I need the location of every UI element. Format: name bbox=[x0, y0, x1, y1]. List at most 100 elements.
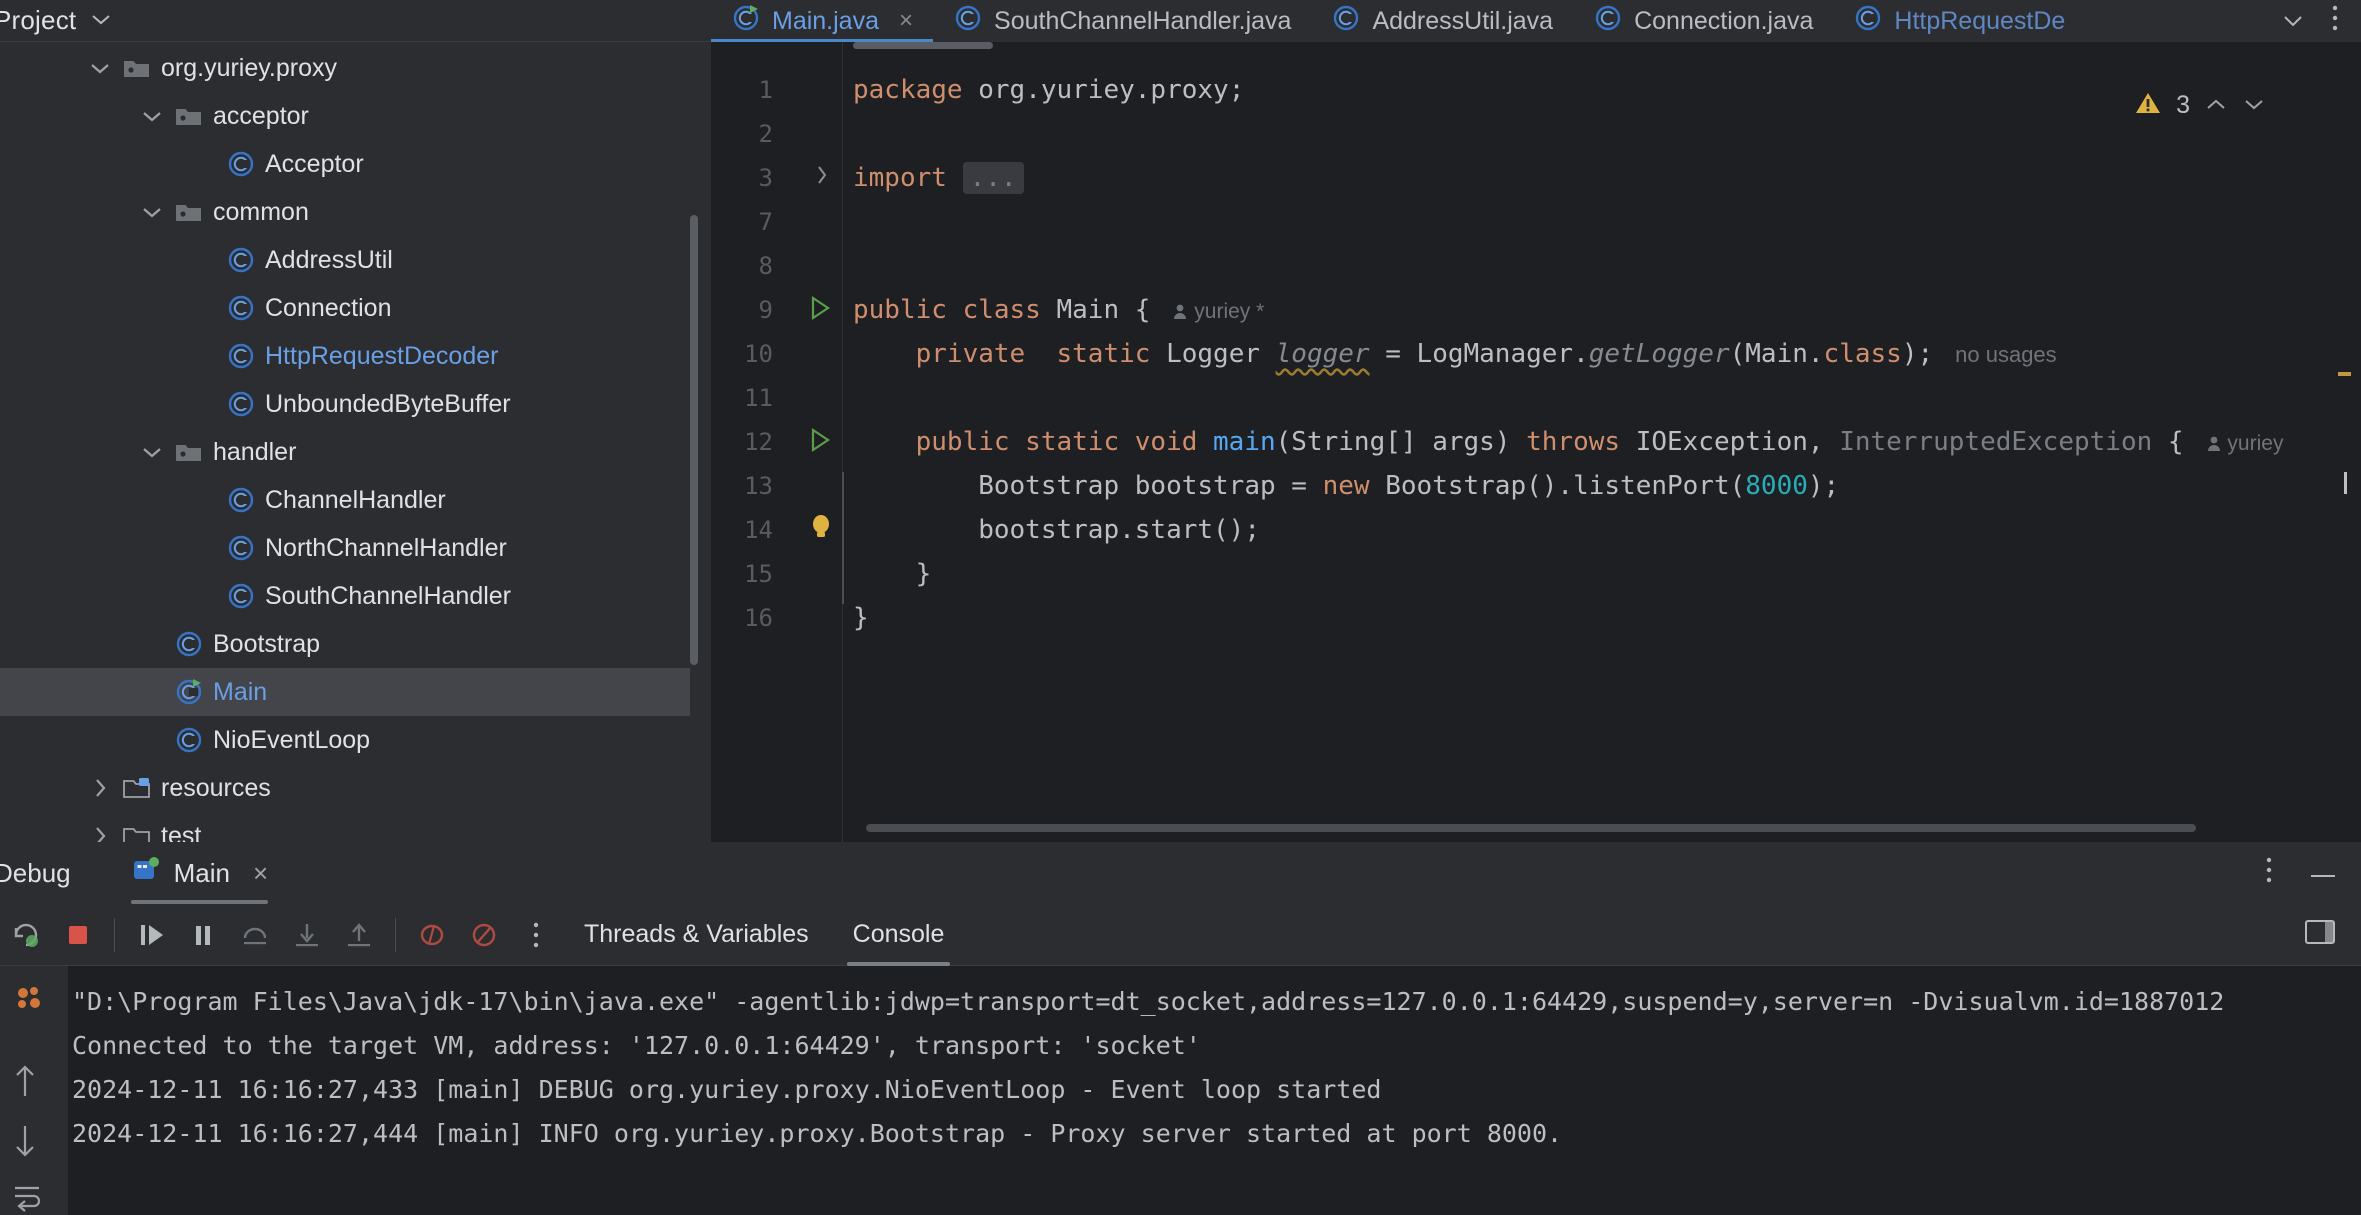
console-side-toolbar[interactable] bbox=[0, 966, 68, 1215]
console-line[interactable]: 2024-12-11 16:16:27,433 [main] DEBUG org… bbox=[68, 1068, 2361, 1112]
chevron-right-icon[interactable] bbox=[82, 777, 118, 799]
code-line[interactable]: Bootstrap bootstrap = new Bootstrap().li… bbox=[853, 472, 1839, 501]
console-line[interactable]: 2024-12-11 16:16:27,444 [main] INFO org.… bbox=[68, 1112, 2361, 1156]
fold-expand-icon[interactable] bbox=[815, 162, 829, 193]
chevron-up-icon[interactable] bbox=[2204, 94, 2228, 118]
step-out-icon[interactable] bbox=[333, 909, 385, 961]
step-over-icon[interactable] bbox=[229, 909, 281, 961]
tree-item-connection[interactable]: Connection bbox=[0, 284, 690, 332]
more-vertical-icon[interactable] bbox=[2331, 4, 2339, 38]
pause-icon[interactable] bbox=[177, 909, 229, 961]
tree-item-southchannelhandler[interactable]: SouthChannelHandler bbox=[0, 572, 690, 620]
tree-item-acceptor[interactable]: acceptor bbox=[0, 92, 690, 140]
usages-hint[interactable]: no usages bbox=[1955, 342, 2057, 367]
gutter-line-number[interactable]: 15 bbox=[713, 560, 773, 588]
debug-session-tab[interactable]: Main × bbox=[130, 842, 269, 904]
gutter-line-number[interactable]: 2 bbox=[713, 120, 773, 148]
project-tree[interactable]: org.yuriey.proxy acceptor Acceptor common Ad… bbox=[0, 44, 690, 850]
tree-item-addressutil[interactable]: AddressUtil bbox=[0, 236, 690, 284]
editor-tab-addressutil-java[interactable]: AddressUtil.java bbox=[1311, 0, 1573, 42]
tree-item-handler[interactable]: handler bbox=[0, 428, 690, 476]
gutter-line-number[interactable]: 9 bbox=[713, 296, 773, 324]
tree-item-acceptor[interactable]: Acceptor bbox=[0, 140, 690, 188]
evaluate-icon[interactable] bbox=[406, 909, 458, 961]
code-content[interactable]: package org.yuriey.proxy; import ... publi… bbox=[853, 42, 2361, 842]
project-panel-header[interactable]: Project bbox=[0, 0, 711, 40]
soft-wrap-icon[interactable] bbox=[12, 1182, 42, 1215]
console-line[interactable]: "D:\Program Files\Java\jdk-17\bin\java.e… bbox=[68, 980, 2361, 1024]
close-icon[interactable]: × bbox=[253, 858, 268, 889]
code-warning-marker[interactable] bbox=[2338, 372, 2351, 376]
editor-horizontal-scrollbar[interactable] bbox=[866, 824, 2196, 832]
down-icon[interactable] bbox=[12, 1122, 38, 1167]
code-line[interactable]: public class Main { yuriey * bbox=[853, 296, 1264, 326]
chevron-down-icon[interactable] bbox=[134, 445, 170, 459]
tree-item-main[interactable]: Main bbox=[0, 668, 690, 716]
code-line[interactable]: bootstrap.start(); bbox=[853, 516, 1260, 545]
console-output-panel[interactable]: "D:\Program Files\Java\jdk-17\bin\java.e… bbox=[0, 966, 2361, 1215]
gutter-line-number[interactable]: 1 bbox=[713, 76, 773, 104]
scroll-to-end-icon[interactable] bbox=[12, 982, 46, 1023]
tree-item-httprequestdecoder[interactable]: HttpRequestDecoder bbox=[0, 332, 690, 380]
code-line[interactable]: } bbox=[853, 604, 869, 633]
tree-item-northchannelhandler[interactable]: NorthChannelHandler bbox=[0, 524, 690, 572]
code-author-hint[interactable]: yuriey bbox=[2206, 432, 2283, 455]
code-line[interactable]: public static void main(String[] args) t… bbox=[853, 428, 2284, 458]
tree-item-org-yuriey-proxy[interactable]: org.yuriey.proxy bbox=[0, 44, 690, 92]
resume-icon[interactable] bbox=[125, 909, 177, 961]
gutter-line-number[interactable]: 16 bbox=[713, 604, 773, 632]
editor-tab-actions[interactable] bbox=[2281, 0, 2361, 42]
close-icon[interactable]: × bbox=[899, 7, 913, 35]
mute-breakpoints-icon[interactable] bbox=[458, 909, 510, 961]
code-author-hint[interactable]: yuriey * bbox=[1172, 300, 1264, 323]
tree-item-bootstrap[interactable]: Bootstrap bbox=[0, 620, 690, 668]
tree-item-unboundedbytebuffer[interactable]: UnboundedByteBuffer bbox=[0, 380, 690, 428]
editor-gutter[interactable]: 1 2 3 7 8 9 10 11 12 13 14 15 16 bbox=[711, 42, 851, 842]
gutter-line-number[interactable]: 14 bbox=[713, 516, 773, 544]
gutter-line-number[interactable]: 3 bbox=[713, 164, 773, 192]
editor-tab-southchannelhandler-java[interactable]: SouthChannelHandler.java bbox=[933, 0, 1311, 42]
tree-item-common[interactable]: common bbox=[0, 188, 690, 236]
editor-tab-main-java[interactable]: Main.java × bbox=[711, 0, 933, 42]
gutter-line-number[interactable]: 7 bbox=[713, 208, 773, 236]
gutter-line-number[interactable]: 10 bbox=[713, 340, 773, 368]
gutter-line-number[interactable]: 13 bbox=[713, 472, 773, 500]
minimize-icon[interactable] bbox=[2309, 859, 2337, 887]
tree-item-resources[interactable]: resources bbox=[0, 764, 690, 812]
tree-item-channelhandler[interactable]: ChannelHandler bbox=[0, 476, 690, 524]
chevron-down-icon[interactable] bbox=[82, 61, 118, 75]
chevron-down-icon[interactable] bbox=[134, 205, 170, 219]
console-text[interactable]: "D:\Program Files\Java\jdk-17\bin\java.e… bbox=[68, 966, 2361, 1215]
code-line[interactable]: package org.yuriey.proxy; bbox=[853, 76, 1244, 105]
editor-tab-httprequestde[interactable]: HttpRequestDe bbox=[1833, 0, 2085, 42]
debug-header-actions[interactable] bbox=[2265, 842, 2337, 904]
gutter-line-number[interactable]: 8 bbox=[713, 252, 773, 280]
editor-tab-bar[interactable]: Main.java × SouthChannelHandler.java Addres… bbox=[711, 0, 2361, 42]
up-icon[interactable] bbox=[12, 1062, 38, 1107]
project-tree-scrollbar[interactable] bbox=[690, 215, 698, 665]
inspection-status[interactable]: 3 bbox=[2134, 90, 2266, 121]
code-line[interactable]: private static Logger logger = LogManage… bbox=[853, 340, 2057, 369]
more-vertical-icon[interactable] bbox=[510, 909, 562, 961]
editor-tab-connection-java[interactable]: Connection.java bbox=[1573, 0, 1833, 42]
code-line[interactable]: import ... bbox=[853, 162, 1024, 194]
chevron-down-icon[interactable] bbox=[2281, 8, 2305, 34]
more-vertical-icon[interactable] bbox=[2265, 856, 2273, 891]
chevron-down-icon[interactable] bbox=[2242, 94, 2266, 118]
chevron-down-icon[interactable] bbox=[90, 11, 112, 30]
bulb-icon[interactable] bbox=[807, 512, 835, 547]
code-line[interactable]: } bbox=[853, 560, 932, 589]
gutter-line-number[interactable]: 11 bbox=[713, 384, 773, 412]
run-gutter-icon[interactable] bbox=[807, 294, 833, 327]
tree-item-nioeventloop[interactable]: NioEventLoop bbox=[0, 716, 690, 764]
debug-toolbar[interactable]: Threads & Variables Console bbox=[0, 904, 2361, 966]
rerun-debug-icon[interactable] bbox=[0, 909, 52, 961]
step-into-icon[interactable] bbox=[281, 909, 333, 961]
run-gutter-icon[interactable] bbox=[807, 426, 833, 459]
layout-settings-icon[interactable] bbox=[2303, 917, 2337, 952]
editor-body[interactable]: 1 2 3 7 8 9 10 11 12 13 14 15 16 package org.yuriey.… bbox=[711, 42, 2361, 842]
tab-console[interactable]: Console bbox=[831, 904, 967, 966]
gutter-line-number[interactable]: 12 bbox=[713, 428, 773, 456]
tab-threads-and-variables[interactable]: Threads & Variables bbox=[562, 904, 831, 966]
chevron-down-icon[interactable] bbox=[134, 109, 170, 123]
